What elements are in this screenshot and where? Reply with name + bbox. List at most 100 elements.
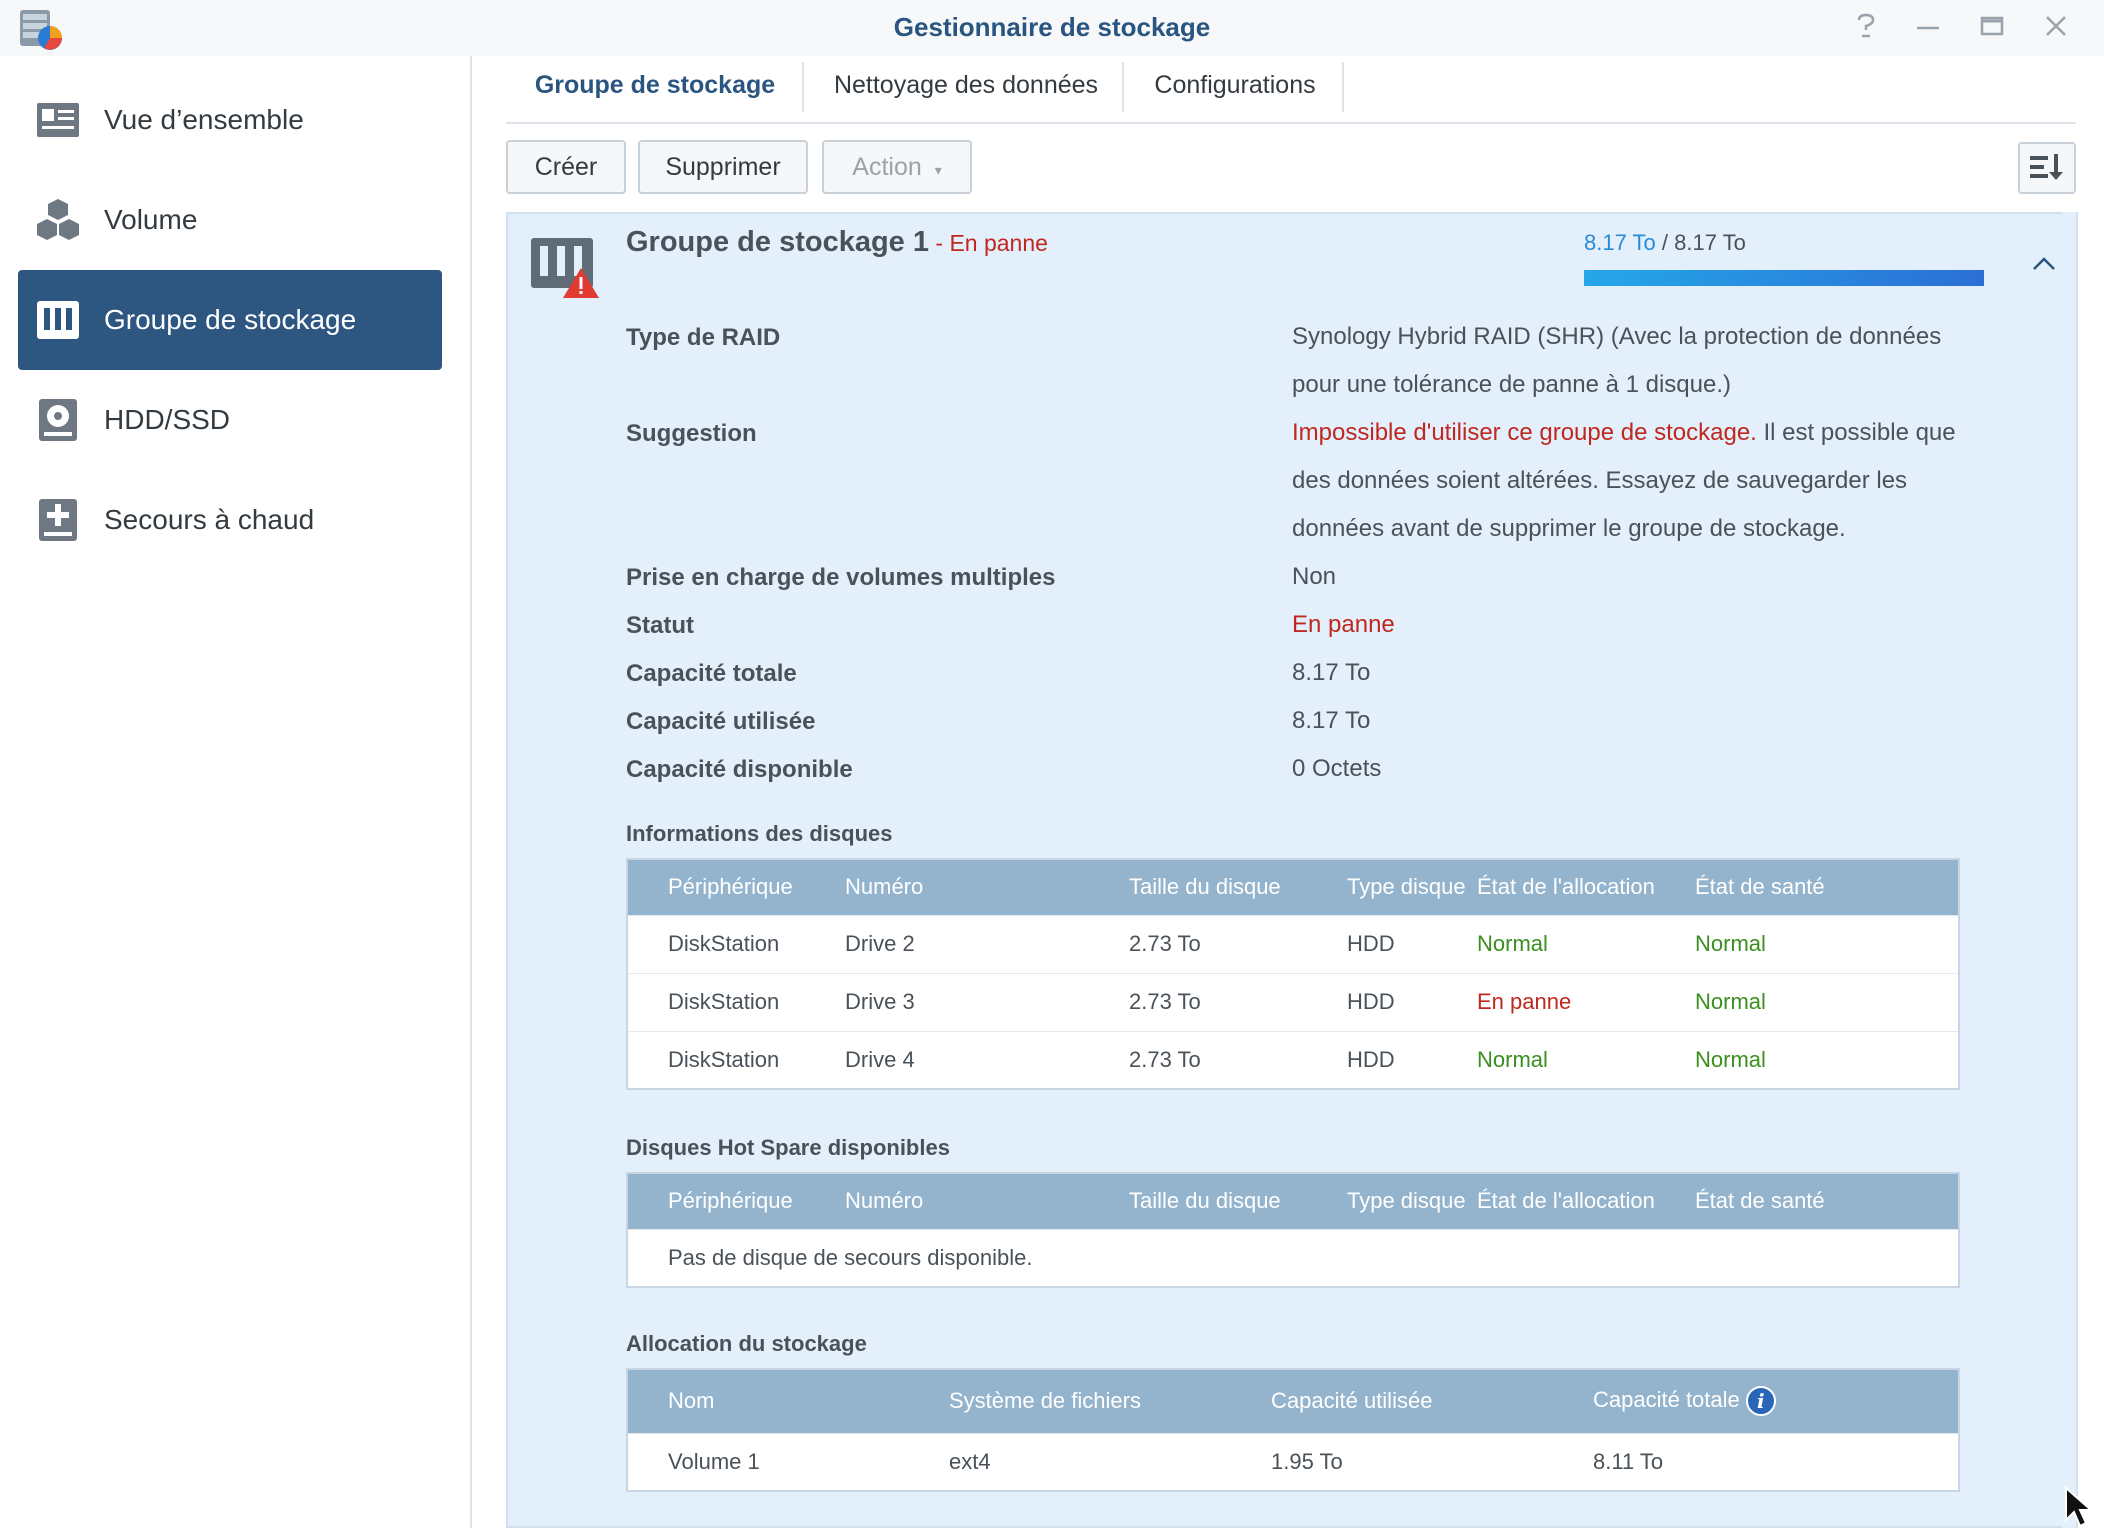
hot-spare-table: Périphérique Numéro Taille du disque Typ… [626, 1172, 1960, 1288]
disk-number: Drive 3 [845, 989, 915, 1014]
disk-type: HDD [1347, 931, 1395, 956]
sidebar-item-label: Groupe de stockage [104, 304, 357, 335]
scrollbar[interactable] [2062, 212, 2076, 1528]
overview-icon [34, 96, 82, 144]
title-bar: Gestionnaire de stockage [0, 0, 2104, 56]
disk-number: Drive 2 [845, 931, 915, 956]
create-button[interactable]: Créer [506, 140, 626, 194]
close-icon[interactable] [2038, 12, 2074, 44]
suggestion-value: Impossible d'utiliser ce groupe de stock… [1292, 409, 1982, 553]
delete-button[interactable]: Supprimer [638, 140, 808, 194]
disk-size: 2.73 To [1129, 931, 1201, 956]
pool-status-sep: - [929, 230, 950, 256]
tab-bar: Groupe de stockage Nettoyage des données… [506, 58, 2076, 124]
suggestion-warning: Impossible d'utiliser ce groupe de stock… [1292, 419, 1757, 446]
health-status: Normal [1695, 931, 1766, 956]
column-header[interactable]: Numéro [845, 859, 1129, 915]
disk-info-title: Informations des disques [626, 821, 893, 846]
usage-text: 8.17 To / 8.17 To [1584, 230, 1746, 256]
sidebar-item-overview[interactable]: Vue d’ensemble [18, 70, 442, 170]
sidebar-item-hdd-ssd[interactable]: HDD/SSD [18, 370, 442, 470]
chevron-up-icon[interactable] [2030, 250, 2058, 278]
table-header: Périphérique Numéro Taille du disque Typ… [627, 1173, 1959, 1229]
table-row[interactable]: DiskStation Drive 2 2.73 To HDD Normal N… [627, 914, 1959, 973]
tab-data-scrubbing[interactable]: Nettoyage des données [804, 58, 1128, 124]
action-label: Action [852, 153, 922, 181]
disk-device: DiskStation [668, 1046, 780, 1072]
sidebar-item-hot-spare[interactable]: Secours à chaud [18, 470, 442, 570]
column-header[interactable]: Périphérique [627, 1173, 845, 1229]
free-capacity-value: 0 Octets [1292, 755, 1382, 782]
raid-type-value: Synology Hybrid RAID (SHR) (Avec la prot… [1292, 323, 1942, 398]
column-header[interactable]: Taille du disque [1129, 859, 1347, 915]
sidebar-item-storage-pool[interactable]: Groupe de stockage [18, 270, 442, 370]
column-header[interactable]: Type disque [1347, 859, 1477, 915]
action-dropdown[interactable]: Action ▾ [822, 140, 972, 194]
suggestion-label: Suggestion [626, 420, 757, 447]
pool-title: Groupe de stockage 1 - En panne [626, 226, 1048, 259]
sidebar-item-label: Secours à chaud [104, 504, 315, 535]
hdd-icon [34, 396, 82, 444]
column-header[interactable]: Système de fichiers [949, 1369, 1271, 1433]
table-header: Périphérique Numéro Taille du disque Typ… [627, 859, 1959, 915]
sidebar-item-label: Vue d’ensemble [104, 104, 304, 135]
storage-pool-warning-icon [531, 238, 599, 298]
pool-name: Groupe de stockage 1 [626, 226, 929, 258]
column-header[interactable]: Numéro [845, 1173, 1129, 1229]
column-header[interactable]: État de santé [1695, 1173, 1959, 1229]
usage-used: 8.17 To [1584, 230, 1656, 255]
maximize-icon[interactable] [1974, 12, 2010, 44]
volume-name: Volume 1 [668, 1448, 760, 1474]
column-header[interactable]: État de santé [1695, 859, 1959, 915]
used-capacity-label: Capacité utilisée [626, 708, 816, 735]
allocation-table: Nom Système de fichiers Capacité utilisé… [626, 1368, 1960, 1492]
column-header[interactable]: Capacité utilisée [1271, 1369, 1593, 1433]
window-title: Gestionnaire de stockage [893, 12, 1211, 42]
disk-device: DiskStation [668, 931, 780, 956]
help-icon[interactable] [1848, 12, 1884, 44]
status-label: Statut [626, 612, 694, 639]
table-row[interactable]: DiskStation Drive 4 2.73 To HDD Normal N… [627, 1030, 1959, 1089]
disk-type: HDD [1347, 1046, 1395, 1072]
table-row[interactable]: Volume 1 ext4 1.95 To 8.11 To [627, 1432, 1959, 1491]
mouse-cursor-icon [2065, 1486, 2094, 1528]
status-value: En panne [1292, 611, 1395, 638]
total-capacity-value: 8.17 To [1292, 659, 1371, 686]
pool-status: En panne [949, 230, 1048, 256]
free-capacity-label: Capacité disponible [626, 756, 853, 783]
sidebar: Vue d’ensemble Volume Groupe de stockage… [0, 56, 472, 1528]
table-header: Nom Système de fichiers Capacité utilisé… [627, 1369, 1959, 1433]
table-row[interactable]: DiskStation Drive 3 2.73 To HDD En panne… [627, 972, 1959, 1031]
minimize-icon[interactable] [1910, 12, 1946, 44]
tab-configurations[interactable]: Configurations [1124, 58, 1346, 124]
disk-size: 2.73 To [1129, 1046, 1201, 1072]
usage-separator: / [1655, 230, 1675, 255]
allocation-status: Normal [1477, 1046, 1548, 1072]
total-capacity: 8.11 To [1593, 1448, 1664, 1474]
column-header[interactable]: Périphérique [627, 859, 845, 915]
multi-volume-label: Prise en charge de volumes multiples [626, 564, 1056, 591]
info-icon[interactable]: i [1745, 1386, 1776, 1417]
active-tab-indicator [506, 118, 804, 122]
column-header[interactable]: État de l'allocation [1477, 859, 1695, 915]
tab-separator [1342, 62, 1344, 112]
column-header[interactable]: Type disque [1347, 1173, 1477, 1229]
caret-down-icon: ▾ [934, 162, 942, 178]
sidebar-item-label: Volume [104, 204, 198, 235]
health-status: Normal [1695, 989, 1766, 1014]
disk-size: 2.73 To [1129, 989, 1201, 1014]
tab-storage-pool[interactable]: Groupe de stockage [506, 58, 804, 124]
sidebar-item-label: HDD/SSD [104, 404, 231, 435]
column-header[interactable]: État de l'allocation [1477, 1173, 1695, 1229]
sort-icon [2030, 154, 2063, 180]
column-header[interactable]: Nom [627, 1369, 949, 1433]
column-header[interactable]: Taille du disque [1129, 1173, 1347, 1229]
sort-button[interactable] [2018, 142, 2076, 194]
used-capacity-value: 8.17 To [1292, 707, 1371, 734]
hot-spare-title: Disques Hot Spare disponibles [626, 1135, 950, 1160]
sidebar-item-volume[interactable]: Volume [18, 170, 442, 270]
column-header[interactable]: Capacité totale i [1593, 1369, 1959, 1433]
disk-type: HDD [1347, 989, 1395, 1014]
empty-message: Pas de disque de secours disponible. [668, 1244, 1033, 1270]
usage-bar [1584, 270, 1984, 286]
